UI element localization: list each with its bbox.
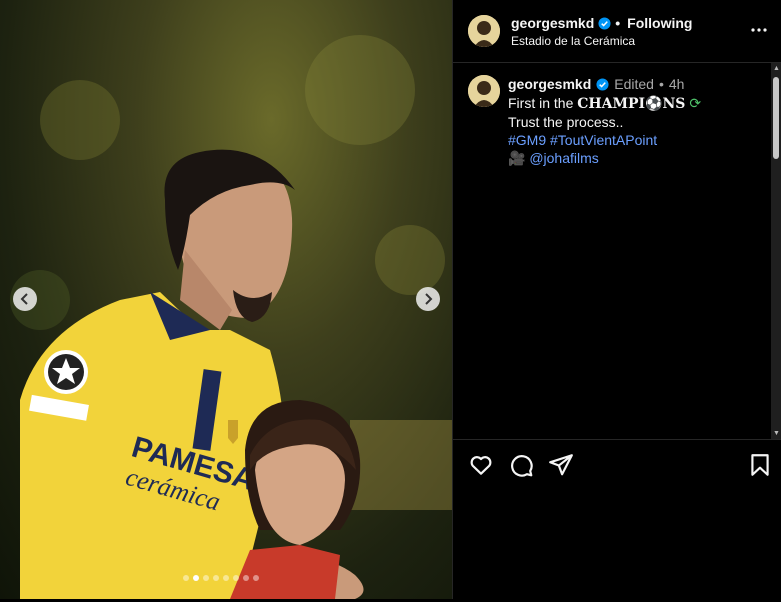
meta-separator: • [658,76,664,92]
ucl-emoji: ⟳ [689,95,702,111]
verified-badge-icon [598,16,611,30]
share-icon[interactable] [548,452,574,478]
header-separator: • [615,15,621,31]
post-header: georgesmkd • Following Estadio de la Cer… [453,0,781,63]
previous-slide-button[interactable] [13,287,37,311]
action-bar [453,452,781,480]
comments-scrollbar[interactable]: ▲ ▼ [771,63,781,439]
caption-avatar[interactable] [468,75,500,107]
post-media[interactable]: PAMESA cerámica [0,0,453,599]
camera-emoji: 🎥 [508,150,526,166]
caption-prefix: First in the [508,95,578,111]
header-username[interactable]: georgesmkd [511,15,594,31]
verified-badge-icon [596,77,609,91]
next-slide-button[interactable] [416,287,440,311]
caption-credit: 🎥 @johafilms [508,149,758,167]
carousel-dot [203,575,209,581]
carousel-dot [223,575,229,581]
carousel-dot [193,575,199,581]
caption-styled-b: NS [662,96,686,112]
caption-line-1: First in the CHAMPI⚽NS ⟳ [508,94,758,113]
comments-section: georgesmkd Edited • 4h First in the CHAM… [453,63,771,439]
caption-meta: georgesmkd Edited • 4h [508,76,684,92]
comment-icon[interactable] [508,452,534,478]
timestamp[interactable]: 4h [669,76,685,92]
caption-styled-a: CHAMPI [577,96,646,112]
soccer-ball-emoji: ⚽ [645,95,663,111]
carousel-indicator [183,575,259,581]
caption-username[interactable]: georgesmkd [508,76,591,92]
carousel-dot [213,575,219,581]
avatar[interactable] [468,15,500,47]
location-link[interactable]: Estadio de la Cerámica [511,34,635,48]
more-options-icon[interactable] [751,22,767,38]
mention-link[interactable]: @johafilms [529,150,598,166]
carousel-dot [183,575,189,581]
caption-text: First in the CHAMPI⚽NS ⟳ Trust the proce… [508,94,758,167]
carousel-dot [243,575,249,581]
scroll-up-arrow[interactable]: ▲ [773,65,780,72]
avatar-image [468,15,500,47]
caption-line-2: Trust the process.. [508,114,624,130]
heart-icon[interactable] [468,452,494,478]
following-button[interactable]: Following [627,15,692,31]
chevron-right-icon [425,293,433,305]
bookmark-icon[interactable] [747,452,773,478]
edited-label: Edited [614,76,654,92]
hashtag-link[interactable]: #ToutVientAPoint [550,132,657,148]
post-photo: PAMESA cerámica [10,35,452,599]
scroll-down-arrow[interactable]: ▼ [773,430,780,437]
carousel-dot [233,575,239,581]
scroll-thumb[interactable] [773,77,779,159]
caption-hashtags: #GM9 #ToutVientAPoint [508,131,758,149]
avatar-image [468,75,500,107]
hashtag-link[interactable]: #GM9 [508,132,546,148]
chevron-left-icon [20,293,28,305]
post-details-panel: georgesmkd • Following Estadio de la Cer… [453,0,781,602]
carousel-dot [253,575,259,581]
section-divider [453,439,781,440]
